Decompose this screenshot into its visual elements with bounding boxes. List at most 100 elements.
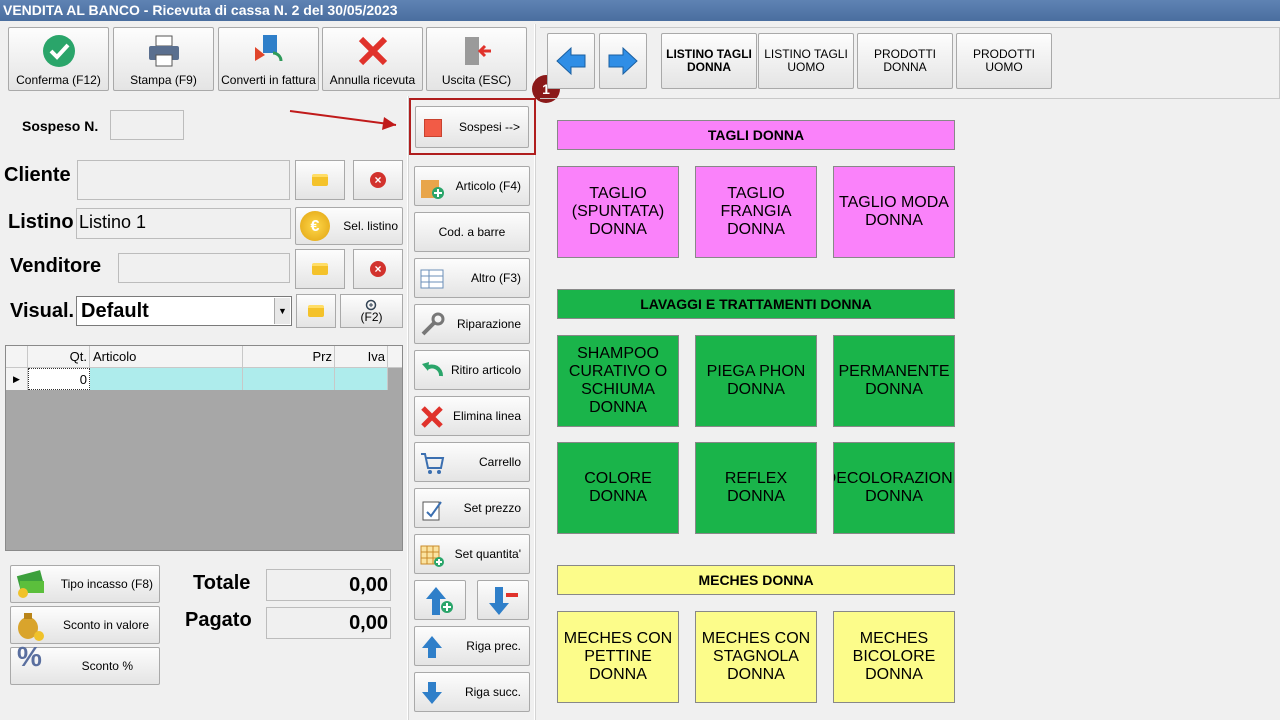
- product-tile[interactable]: PIEGA PHON DONNA: [695, 335, 817, 427]
- altro-button[interactable]: Altro (F3): [414, 258, 530, 298]
- sospesi-button[interactable]: Sospesi -->: [415, 106, 529, 148]
- barcode-label: Cod. a barre: [438, 225, 506, 239]
- cliente-input[interactable]: [77, 160, 290, 200]
- items-grid[interactable]: Qt. Articolo Prz Iva ▶ 0: [5, 345, 403, 551]
- tab-listino-tagli-donna[interactable]: LISTINO TAGLI DONNA: [661, 33, 757, 89]
- print-button[interactable]: Stampa (F9): [113, 27, 214, 91]
- cell-prz[interactable]: [243, 368, 335, 390]
- tab-prodotti-uomo[interactable]: PRODOTTI UOMO: [956, 33, 1052, 89]
- visual-search-label: (F2): [360, 310, 383, 324]
- visual-label: Visual.: [10, 300, 75, 322]
- window-title: VENDITA AL BANCO - Ricevuta di cassa N. …: [0, 0, 1280, 21]
- cliente-browse-button[interactable]: [295, 160, 345, 200]
- tab-listino-tagli-uomo[interactable]: LISTINO TAGLI UOMO: [758, 33, 854, 89]
- product-tile[interactable]: MECHES BICOLORE DONNA: [833, 611, 955, 703]
- move-row-down-button[interactable]: [477, 580, 529, 620]
- cell-iva[interactable]: [335, 368, 388, 390]
- sconto-percent-button[interactable]: % Sconto %: [10, 641, 160, 685]
- arrow-down-remove-icon: [489, 587, 518, 615]
- product-tile[interactable]: REFLEX DONNA: [695, 442, 817, 534]
- arrow-up-icon: [422, 636, 442, 658]
- visual-select[interactable]: Default ▼: [76, 296, 292, 326]
- printer-icon: [148, 35, 179, 67]
- venditore-input[interactable]: [118, 253, 290, 283]
- tab-prodotti-donna[interactable]: PRODOTTI DONNA: [857, 33, 953, 89]
- set-prezzo-button[interactable]: Set prezzo: [414, 488, 530, 528]
- nav-prev-button[interactable]: [547, 33, 595, 89]
- nav-next-button[interactable]: [599, 33, 647, 89]
- arrow-up-add-icon: [426, 587, 453, 615]
- ritiro-articolo-label: Ritiro articolo: [450, 363, 521, 377]
- product-tile[interactable]: TAGLIO FRANGIA DONNA: [695, 166, 817, 258]
- riparazione-label: Riparazione: [456, 317, 521, 331]
- stop-square-icon: [424, 119, 442, 137]
- product-tile[interactable]: TAGLIO MODA DONNA: [833, 166, 955, 258]
- product-tile[interactable]: MECHES CON STAGNOLA DONNA: [695, 611, 817, 703]
- tipo-incasso-label: Tipo incasso (F8): [60, 577, 153, 591]
- visual-search-button[interactable]: (F2): [340, 294, 403, 328]
- set-prezzo-label: Set prezzo: [463, 501, 521, 515]
- cell-articolo[interactable]: [90, 368, 243, 390]
- delete-icon: [421, 406, 443, 428]
- tipo-incasso-button[interactable]: Tipo incasso (F8): [10, 565, 160, 603]
- exit-button[interactable]: Uscita (ESC): [426, 27, 527, 91]
- select-listino-button[interactable]: € Sel. listino: [295, 207, 403, 245]
- sconto-percent-label: Sconto %: [81, 659, 133, 673]
- venditore-browse-button[interactable]: [295, 249, 345, 289]
- sospeso-input[interactable]: [110, 110, 184, 140]
- chevron-down-icon[interactable]: ▼: [274, 298, 290, 324]
- riparazione-button[interactable]: Riparazione: [414, 304, 530, 344]
- venditore-clear-button[interactable]: ×: [353, 249, 403, 289]
- elimina-linea-label: Elimina linea: [452, 409, 521, 423]
- product-tile[interactable]: COLORE DONNA: [557, 442, 679, 534]
- visual-browse-button[interactable]: [296, 294, 336, 328]
- convert-label: Converti in fattura: [221, 73, 316, 87]
- totale-value: 0,00: [266, 569, 391, 601]
- sospeso-label: Sospeso N.: [22, 118, 99, 134]
- cancel-receipt-button[interactable]: Annulla ricevuta: [322, 27, 423, 91]
- set-quantita-button[interactable]: Set quantita': [414, 534, 530, 574]
- cell-qt[interactable]: 0: [28, 368, 90, 390]
- table-row[interactable]: ▶ 0: [6, 368, 402, 390]
- cliente-clear-button[interactable]: ×: [353, 160, 403, 200]
- carrello-button[interactable]: Carrello: [414, 442, 530, 482]
- product-tile[interactable]: PERMANENTE DONNA: [833, 335, 955, 427]
- convert-invoice-button[interactable]: Converti in fattura: [218, 27, 319, 91]
- product-tile[interactable]: SHAMPOO CURATIVO O SCHIUMA DONNA: [557, 335, 679, 427]
- checkmark-icon: [42, 35, 75, 67]
- cart-icon: [421, 453, 445, 474]
- price-tag-icon: [422, 501, 442, 521]
- riga-prec-button[interactable]: Riga prec.: [414, 626, 530, 666]
- sconto-valore-button[interactable]: Sconto in valore: [10, 606, 160, 644]
- product-tile[interactable]: TAGLIO (SPUNTATA) DONNA: [557, 166, 679, 258]
- riga-succ-button[interactable]: Riga succ.: [414, 672, 530, 712]
- select-listino-label: Sel. listino: [343, 219, 398, 233]
- product-tile[interactable]: DECOLORAZIONE DONNA: [833, 442, 955, 534]
- confirm-label: Conferma (F12): [16, 73, 101, 87]
- folder-icon: [312, 174, 328, 186]
- arrow-left-icon: [556, 46, 586, 76]
- euro-coin-icon: €: [300, 211, 330, 241]
- carrello-label: Carrello: [478, 455, 521, 469]
- print-label: Stampa (F9): [130, 73, 197, 87]
- quantity-grid-icon: [420, 545, 444, 567]
- articolo-button[interactable]: Articolo (F4): [414, 166, 530, 206]
- add-article-icon: [421, 180, 444, 199]
- cash-icon: [16, 570, 44, 598]
- product-tile[interactable]: MECHES CON PETTINE DONNA: [557, 611, 679, 703]
- listino-label: Listino: [8, 211, 74, 233]
- ritiro-articolo-button[interactable]: Ritiro articolo: [414, 350, 530, 390]
- sospesi-label: Sospesi -->: [458, 120, 520, 134]
- money-bag-icon: [18, 613, 44, 641]
- clear-icon: ×: [370, 172, 386, 188]
- arrow-right-icon: [608, 46, 638, 76]
- riga-prec-label: Riga prec.: [466, 639, 521, 653]
- move-row-up-button[interactable]: [414, 580, 466, 620]
- percent-icon: %: [17, 641, 42, 672]
- barcode-button[interactable]: Cod. a barre: [414, 212, 530, 252]
- arrow-down-icon: [422, 682, 442, 704]
- elimina-linea-button[interactable]: Elimina linea: [414, 396, 530, 436]
- exit-label: Uscita (ESC): [441, 73, 512, 87]
- listino-input[interactable]: Listino 1: [76, 208, 291, 239]
- confirm-button[interactable]: Conferma (F12): [8, 27, 109, 91]
